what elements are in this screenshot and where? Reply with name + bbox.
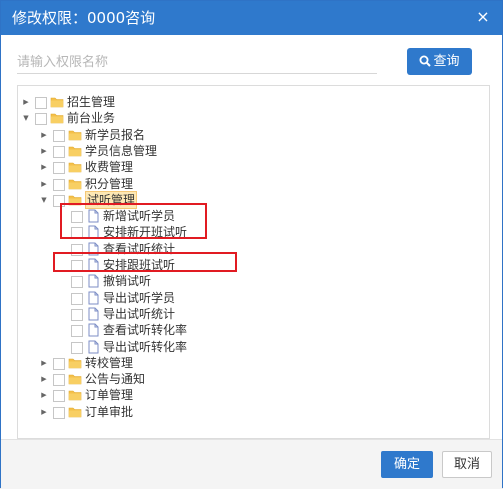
tree-checkbox[interactable]	[35, 113, 47, 126]
ok-button[interactable]: 确定	[381, 451, 433, 478]
folder-icon	[68, 144, 82, 158]
highlight-box	[53, 252, 237, 272]
close-icon[interactable]: ×	[475, 9, 491, 25]
folder-icon	[68, 160, 82, 174]
permission-dialog: 修改权限：0000咨询 × 查询 ▶ 招生管理 ▼ 前台业务 ▶ 新学员报名 ▶ 学员信息管理…	[0, 0, 503, 489]
expand-toggle-icon[interactable]: ▶	[22, 98, 30, 106]
search-button[interactable]: 查询	[407, 48, 472, 75]
file-icon	[86, 291, 100, 305]
tree-node-label[interactable]: 前台业务	[67, 110, 115, 126]
expand-toggle-icon[interactable]: ▶	[40, 180, 48, 188]
tree-node-label[interactable]: 撤销试听	[103, 273, 151, 289]
tree-checkbox[interactable]	[53, 357, 65, 370]
folder-icon	[68, 128, 82, 142]
dialog-title: 修改权限：0000咨询	[12, 9, 156, 27]
tree-node-label[interactable]: 招生管理	[67, 94, 115, 110]
expand-toggle-icon[interactable]: ▶	[40, 359, 48, 367]
cancel-button[interactable]: 取消	[442, 451, 492, 478]
file-icon	[86, 307, 100, 321]
tree-checkbox[interactable]	[53, 374, 65, 387]
expand-toggle-icon[interactable]: ▶	[40, 391, 48, 399]
tree-checkbox[interactable]	[35, 97, 47, 109]
tree-checkbox[interactable]	[53, 406, 65, 419]
file-icon	[86, 323, 100, 337]
tree-node-label[interactable]: 导出试听转化率	[103, 339, 187, 355]
search-icon	[419, 55, 432, 67]
tree-node-label[interactable]: 收费管理	[85, 159, 133, 175]
tree-node-label[interactable]: 订单审批	[85, 404, 133, 420]
expand-toggle-icon[interactable]: ▶	[40, 147, 48, 155]
collapse-toggle-icon[interactable]: ▼	[40, 196, 48, 204]
expand-toggle-icon[interactable]: ▶	[40, 131, 48, 139]
highlight-box	[60, 203, 207, 239]
tree-checkbox[interactable]	[53, 129, 65, 142]
tree-checkbox[interactable]	[71, 292, 83, 305]
folder-icon	[68, 388, 82, 402]
tree-node-label[interactable]: 新学员报名	[85, 127, 145, 143]
tree-node-label[interactable]: 积分管理	[85, 176, 133, 192]
search-field	[17, 51, 377, 74]
tree-checkbox[interactable]	[53, 162, 65, 175]
collapse-toggle-icon[interactable]: ▼	[22, 114, 30, 122]
folder-icon	[50, 95, 64, 109]
expand-toggle-icon[interactable]: ▶	[40, 375, 48, 383]
tree-node-label[interactable]: 导出试听统计	[103, 306, 175, 322]
dialog-titlebar: 修改权限：0000咨询 ×	[1, 1, 502, 35]
folder-icon	[68, 177, 82, 191]
file-icon	[86, 274, 100, 288]
tree-checkbox[interactable]	[53, 178, 65, 191]
folder-icon	[68, 356, 82, 370]
tree-checkbox[interactable]	[71, 325, 83, 338]
expand-toggle-icon[interactable]: ▶	[40, 408, 48, 416]
tree-node-label[interactable]: 学员信息管理	[85, 143, 157, 159]
folder-icon	[68, 405, 82, 419]
tree-node-label[interactable]: 导出试听学员	[103, 290, 175, 306]
tree-checkbox[interactable]	[53, 145, 65, 158]
tree-node-label[interactable]: 转校管理	[85, 355, 133, 371]
file-icon	[86, 340, 100, 354]
tree-checkbox[interactable]	[71, 308, 83, 321]
search-input[interactable]	[17, 51, 377, 74]
search-button-label: 查询	[433, 54, 460, 69]
tree-checkbox[interactable]	[71, 341, 83, 354]
expand-toggle-icon[interactable]: ▶	[40, 163, 48, 171]
folder-icon	[68, 372, 82, 386]
tree-checkbox[interactable]	[53, 390, 65, 403]
tree-node-label[interactable]: 查看试听转化率	[103, 322, 187, 338]
tree-node-label[interactable]: 订单管理	[85, 387, 133, 403]
dialog-footer: 确定 取消	[1, 439, 502, 489]
tree-checkbox[interactable]	[71, 276, 83, 289]
tree-node-label[interactable]: 公告与通知	[85, 371, 145, 387]
folder-icon	[50, 111, 64, 125]
